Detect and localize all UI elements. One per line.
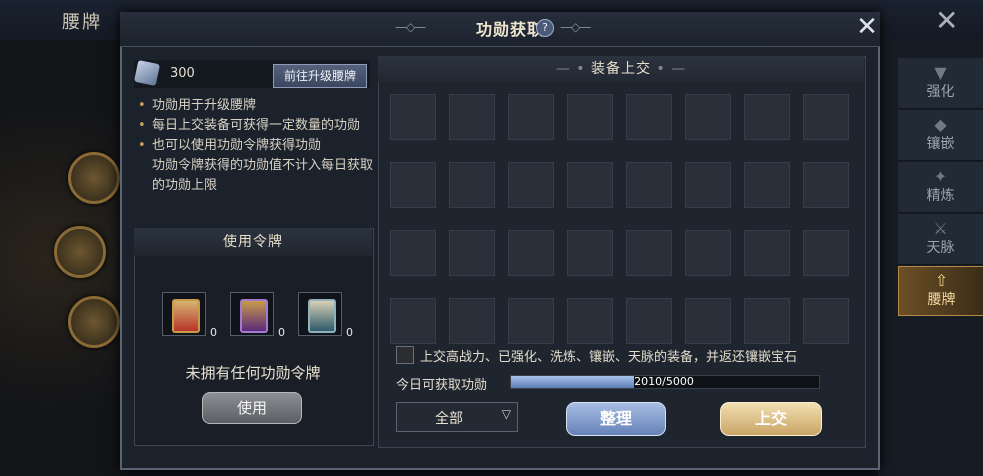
side-tab-meridian[interactable]: ⚔ 天脉 xyxy=(898,214,983,265)
filter-value: 全部 xyxy=(435,411,463,427)
red-token-icon xyxy=(172,299,200,333)
goto-upgrade-badge-button[interactable]: 前往升级腰牌 xyxy=(273,64,367,88)
use-button[interactable]: 使用 xyxy=(202,392,302,424)
info-list: • 功勋用于升级腰牌 • 每日上交装备可获得一定数量的功勋 • 也可以使用功勋令牌获得… xyxy=(138,96,374,196)
token-count: 0 xyxy=(210,326,217,339)
equipment-slot[interactable] xyxy=(567,230,613,276)
header-ornament-left: —◇— xyxy=(395,20,426,34)
equipment-slot[interactable] xyxy=(803,94,849,140)
equipment-slot[interactable] xyxy=(508,94,554,140)
title-ornament-left: — • xyxy=(555,61,591,77)
background-close-icon[interactable]: ✕ xyxy=(935,4,958,37)
equipment-slot[interactable] xyxy=(390,94,436,140)
title-ornament-right: • — xyxy=(651,61,687,77)
merit-points-value: 300 xyxy=(170,66,195,81)
info-text: 功勋用于升级腰牌 xyxy=(152,98,257,113)
close-icon[interactable]: ✕ xyxy=(852,12,882,42)
equipment-slot[interactable] xyxy=(390,162,436,208)
equipment-slot[interactable] xyxy=(567,94,613,140)
side-tab-label: 精炼 xyxy=(926,188,955,204)
equipment-slot[interactable] xyxy=(626,230,672,276)
side-tab-label: 强化 xyxy=(926,84,955,100)
sort-button[interactable]: 整理 xyxy=(566,402,666,436)
equipment-slot[interactable] xyxy=(508,230,554,276)
equipment-slot[interactable] xyxy=(508,162,554,208)
equipment-slot[interactable] xyxy=(685,162,731,208)
side-tab-inlay[interactable]: ◆ 镶嵌 xyxy=(898,110,983,161)
list-item: • 功勋用于升级腰牌 xyxy=(138,96,374,116)
equipment-slot[interactable] xyxy=(803,230,849,276)
equipment-slot[interactable] xyxy=(626,298,672,344)
equipment-slot[interactable] xyxy=(744,298,790,344)
list-item: • 每日上交装备可获得一定数量的功勋 xyxy=(138,116,374,136)
gem-socket-icon: ◆ xyxy=(934,115,947,134)
info-text: 也可以使用功勋令牌获得功勋 xyxy=(152,138,322,153)
side-tab-refine[interactable]: ✦ 精炼 xyxy=(898,162,983,213)
equipment-slot[interactable] xyxy=(449,94,495,140)
token-count: 0 xyxy=(346,326,353,339)
equipment-slot[interactable] xyxy=(449,230,495,276)
header-ornament-right: —◇— xyxy=(560,20,591,34)
badge-icon: ⇧ xyxy=(934,271,949,290)
purple-token-icon xyxy=(240,299,268,333)
side-tab-strengthen[interactable]: ▼ 强化 xyxy=(898,58,983,109)
background-title: 腰牌 xyxy=(62,12,102,33)
list-item: 功勋令牌获得的功勋值不计入每日获取的功勋上限 xyxy=(138,156,374,196)
filter-select[interactable]: 全部 ▽ xyxy=(396,402,518,432)
token-slot[interactable]: 0 xyxy=(298,292,353,339)
equipment-slot[interactable] xyxy=(626,162,672,208)
equipment-slot[interactable] xyxy=(390,230,436,276)
equipment-grid xyxy=(390,94,858,344)
equipment-slot[interactable] xyxy=(449,298,495,344)
equipment-slot[interactable] xyxy=(744,94,790,140)
equipment-slot[interactable] xyxy=(626,94,672,140)
high-power-checkbox[interactable] xyxy=(396,346,414,364)
equipment-slot[interactable] xyxy=(803,162,849,208)
equipment-slot[interactable] xyxy=(449,162,495,208)
side-tab-label: 天脉 xyxy=(926,240,955,256)
no-token-message: 未拥有任何功勋令牌 xyxy=(185,364,321,382)
equipment-slot[interactable] xyxy=(390,298,436,344)
meridian-icon: ⚔ xyxy=(933,219,948,238)
equipment-submit-title: — • 装备上交 • — xyxy=(378,56,864,82)
info-text: 每日上交装备可获得一定数量的功勋 xyxy=(152,118,361,133)
submit-button[interactable]: 上交 xyxy=(720,402,822,436)
blue-token-icon xyxy=(308,299,336,333)
side-tab-badge[interactable]: ⇧ 腰牌 xyxy=(898,266,983,316)
background-badge-icon[interactable] xyxy=(54,226,106,278)
token-count: 0 xyxy=(278,326,285,339)
side-tab-label: 镶嵌 xyxy=(926,136,955,152)
list-item: • 也可以使用功勋令牌获得功勋 xyxy=(138,136,374,156)
token-slot[interactable]: 0 xyxy=(230,292,285,339)
equipment-slot[interactable] xyxy=(744,162,790,208)
equipment-title-text: 装备上交 xyxy=(591,61,651,77)
refine-icon: ✦ xyxy=(933,167,948,186)
equipment-slot[interactable] xyxy=(567,162,613,208)
equipment-slot[interactable] xyxy=(508,298,554,344)
equipment-slot[interactable] xyxy=(685,94,731,140)
anvil-icon: ▼ xyxy=(934,63,947,82)
checkbox-label: 上交高战力、已强化、洗炼、镶嵌、天脉的装备，并返还镶嵌宝石 xyxy=(420,350,798,365)
equipment-slot[interactable] xyxy=(685,230,731,276)
progress-text: 2010/5000 xyxy=(634,375,694,388)
token-slot[interactable]: 0 xyxy=(162,292,217,339)
info-text: 功勋令牌获得的功勋值不计入每日获取的功勋上限 xyxy=(152,158,374,193)
merit-token-icon xyxy=(133,59,161,87)
help-icon[interactable]: ? xyxy=(536,19,554,37)
use-token-title: 使用令牌 xyxy=(134,228,372,256)
background-badge-icon[interactable] xyxy=(68,152,120,204)
side-tab-label: 腰牌 xyxy=(927,292,956,308)
chevron-down-icon: ▽ xyxy=(501,407,511,421)
daily-merit-label: 今日可获取功勋 xyxy=(396,378,488,393)
equipment-slot[interactable] xyxy=(744,230,790,276)
equipment-slot[interactable] xyxy=(803,298,849,344)
equipment-slot[interactable] xyxy=(567,298,613,344)
background-badge-icon[interactable] xyxy=(68,296,120,348)
equipment-slot[interactable] xyxy=(685,298,731,344)
